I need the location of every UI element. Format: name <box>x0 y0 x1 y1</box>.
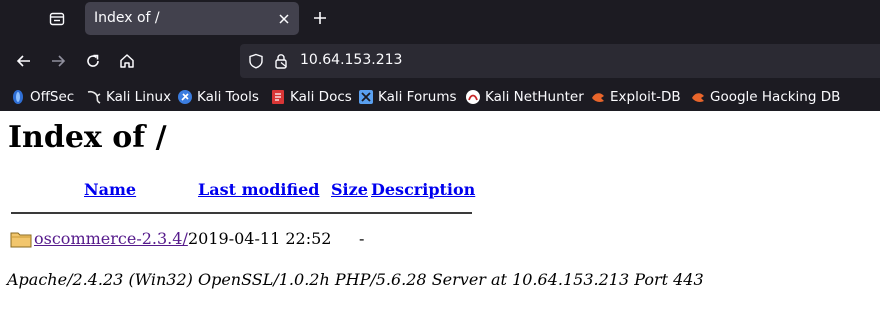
new-tab-icon[interactable] <box>312 10 328 26</box>
bookmark-label: OffSec <box>30 89 75 105</box>
bookmark-kali-nethunter[interactable]: Kali NetHunter <box>465 87 584 107</box>
bookmarks-toolbar: OffSec Kali Linux Kali Tools Kali Docs K… <box>0 84 880 111</box>
bookmark-label: Google Hacking DB <box>710 89 841 105</box>
exploit-db-icon <box>592 93 604 102</box>
column-header-description-link[interactable]: Description <box>371 180 475 199</box>
bookmark-label: Kali NetHunter <box>485 89 584 105</box>
page-content: Index of / Name Last modified Size Descr… <box>0 111 880 321</box>
entry-last-modified: 2019-04-11 22:52 <box>188 229 332 248</box>
navigation-bar: 10.64.153.213 <box>0 41 880 81</box>
column-header-size-link[interactable]: Size <box>331 180 368 199</box>
nethunter-icon <box>466 90 480 104</box>
kali-dragon-icon <box>87 90 101 104</box>
reload-icon[interactable] <box>84 52 102 70</box>
bookmark-label: Kali Forums <box>378 89 457 105</box>
header-divider <box>11 212 472 214</box>
active-tab[interactable]: Index of / <box>85 2 299 35</box>
kali-docs-icon <box>272 90 284 104</box>
bookmark-label: Kali Tools <box>197 89 259 105</box>
tracking-protection-shield-icon[interactable] <box>248 53 264 69</box>
page-title: Index of / <box>8 120 167 155</box>
bookmark-google-hacking-db[interactable]: Google Hacking DB <box>690 87 840 107</box>
bookmark-label: Exploit-DB <box>610 89 681 105</box>
offsec-icon <box>13 90 23 104</box>
address-bar[interactable]: 10.64.153.213 <box>240 44 880 78</box>
column-header-last-modified-link[interactable]: Last modified <box>198 180 319 199</box>
home-icon[interactable] <box>118 52 136 70</box>
bookmark-exploit-db[interactable]: Exploit-DB <box>590 87 681 107</box>
url-text: 10.64.153.213 <box>300 52 403 68</box>
tab-bar: Index of / <box>0 0 880 38</box>
forward-arrow-icon[interactable] <box>49 52 67 70</box>
tab-list-icon[interactable] <box>48 10 66 28</box>
kali-forums-icon <box>359 90 373 104</box>
entry-name-link[interactable]: oscommerce-2.3.4/ <box>34 229 188 248</box>
back-arrow-icon[interactable] <box>15 52 33 70</box>
bookmark-kali-docs[interactable]: Kali Docs <box>270 87 352 107</box>
ghdb-icon <box>692 93 704 102</box>
tab-title: Index of / <box>94 10 160 26</box>
bookmark-kali-forums[interactable]: Kali Forums <box>358 87 457 107</box>
kali-tools-icon <box>178 90 192 104</box>
bookmark-kali-linux[interactable]: Kali Linux <box>86 87 171 107</box>
server-signature: Apache/2.4.23 (Win32) OpenSSL/1.0.2h PHP… <box>7 270 704 289</box>
folder-icon <box>10 230 32 248</box>
entry-size: - <box>359 229 365 248</box>
column-header-name-link[interactable]: Name <box>84 180 136 199</box>
browser-chrome: Index of / 10.64.153.213 OffSec Kali Lin… <box>0 0 880 111</box>
bookmark-label: Kali Linux <box>106 89 172 105</box>
table-row: oscommerce-2.3.4/ 2019-04-11 22:52 - <box>0 227 880 249</box>
lock-icon[interactable] <box>274 53 288 69</box>
bookmark-kali-tools[interactable]: Kali Tools <box>177 87 259 107</box>
bookmark-label: Kali Docs <box>290 89 352 105</box>
bookmark-offsec[interactable]: OffSec <box>10 87 74 107</box>
close-icon[interactable] <box>277 11 291 25</box>
